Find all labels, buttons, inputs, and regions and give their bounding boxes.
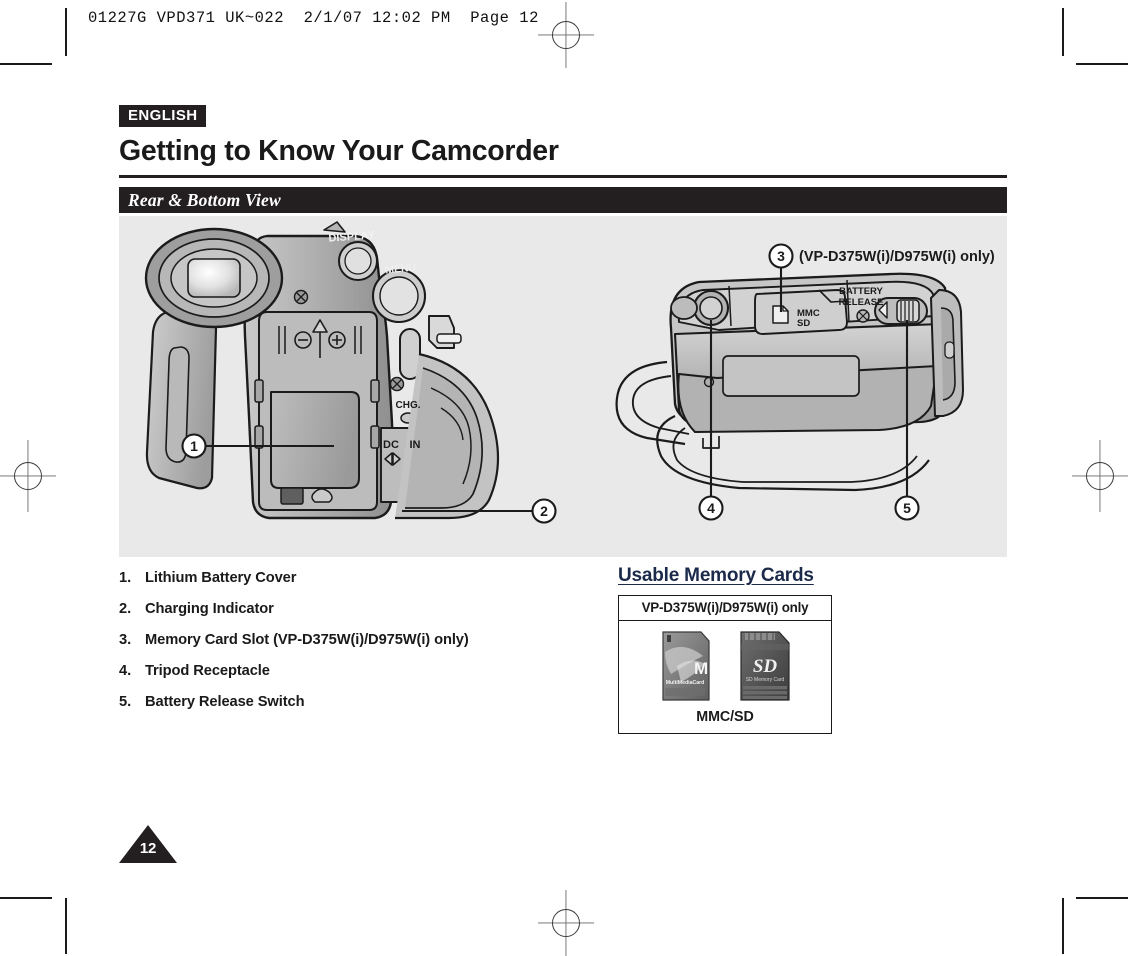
list-item: 3. Memory Card Slot (VP-D375W(i)/D975W(i… — [119, 632, 619, 648]
label-release: RELEASE — [839, 297, 884, 308]
memory-cards-table: VP-D375W(i)/D975W(i) only M MultiMediaCa… — [618, 595, 832, 735]
page-number-flag: 12 — [119, 825, 177, 865]
memory-cards-caption: MMC/SD — [696, 709, 754, 726]
usable-memory-cards-heading: Usable Memory Cards — [618, 565, 814, 587]
label-in: IN — [410, 439, 421, 451]
svg-text:2: 2 — [540, 503, 548, 519]
usable-memory-cards-section: Usable Memory Cards VP-D375W(i)/D975W(i)… — [618, 565, 878, 735]
callout-5: 5 — [894, 495, 920, 521]
prepress-header-text: 01227G VPD371 UK~022 2/1/07 12:02 PM Pag… — [88, 9, 539, 27]
list-item: 4. Tripod Receptacle — [119, 663, 619, 679]
label-chg: CHG. — [396, 400, 421, 411]
callout-1: 1 — [181, 433, 207, 459]
parts-list: 1. Lithium Battery Cover 2. Charging Ind… — [119, 570, 619, 725]
manual-page: 01227G VPD371 UK~022 2/1/07 12:02 PM Pag… — [0, 0, 1128, 956]
crop-mark-top-left-horizontal — [0, 63, 52, 65]
registration-mark-top — [538, 2, 594, 68]
svg-text:4: 4 — [707, 500, 715, 516]
list-item: 5. Battery Release Switch — [119, 694, 619, 710]
camcorder-illustrations: DISPLAY MENU CHG. DC IN 1 2 MMC SD BATTE… — [144, 221, 995, 524]
label-dc: DC — [383, 439, 399, 451]
registration-mark-left — [0, 440, 56, 512]
callout-4: 4 — [698, 495, 724, 521]
callout-3-note: (VP-D375W(i)/D975W(i) only) — [799, 249, 995, 265]
list-item-label: Charging Indicator — [145, 601, 274, 618]
page-number: 12 — [139, 840, 157, 857]
svg-text:SD Memory Card: SD Memory Card — [746, 677, 785, 683]
registration-mark-bottom — [538, 890, 594, 956]
svg-text:MultiMediaCard: MultiMediaCard — [666, 680, 705, 686]
svg-text:M: M — [694, 659, 708, 678]
svg-text:SD: SD — [753, 656, 778, 677]
list-item-number: 4. — [119, 663, 132, 680]
rear-view-illustration: DISPLAY MENU CHG. DC IN — [144, 221, 500, 520]
list-item-label: Memory Card Slot (VP-D375W(i)/D975W(i) o… — [145, 632, 469, 649]
list-item-label: Tripod Receptacle — [145, 663, 270, 680]
list-item-number: 3. — [119, 632, 132, 649]
page-title: Getting to Know Your Camcorder — [119, 135, 559, 167]
crop-mark-bottom-left-vertical — [65, 898, 67, 954]
crop-mark-bottom-left-horizontal — [0, 897, 52, 899]
list-item-label: Lithium Battery Cover — [145, 570, 297, 587]
list-item-number: 2. — [119, 601, 132, 618]
illustration-panel: DISPLAY MENU CHG. DC IN 1 2 MMC SD BATTE… — [119, 216, 1007, 558]
list-item: 1. Lithium Battery Cover — [119, 570, 619, 586]
callout-2: 2 — [531, 498, 557, 524]
mmc-card-icon: M MultiMediaCard — [662, 631, 710, 701]
section-title: Rear & Bottom View — [128, 189, 281, 210]
crop-mark-bottom-right-horizontal — [1076, 897, 1128, 899]
card-images: M MultiMediaCard SD SD Memory Card — [619, 630, 831, 702]
svg-text:5: 5 — [903, 500, 911, 516]
svg-text:3: 3 — [777, 248, 785, 264]
title-divider — [119, 175, 1007, 179]
label-battery: BATTERY — [839, 286, 883, 297]
crop-mark-bottom-right-vertical — [1062, 898, 1064, 954]
language-badge: ENGLISH — [119, 105, 207, 127]
section-header-bar: Rear & Bottom View — [119, 187, 1007, 214]
memory-cards-table-header: VP-D375W(i)/D975W(i) only — [619, 596, 831, 622]
list-item-number: 1. — [119, 570, 132, 587]
sd-card-icon: SD SD Memory Card — [740, 631, 790, 701]
crop-mark-top-right-horizontal — [1076, 63, 1128, 65]
label-sd: SD — [797, 318, 810, 329]
crop-mark-left-vertical — [65, 8, 67, 56]
list-item: 2. Charging Indicator — [119, 601, 619, 617]
registration-mark-right — [1072, 440, 1128, 512]
memory-cards-table-body: M MultiMediaCard SD SD Memory Card MMC/S… — [619, 621, 831, 733]
page-content: ENGLISH Getting to Know Your Camcorder R… — [119, 105, 1007, 770]
list-item-label: Battery Release Switch — [145, 694, 305, 711]
bottom-view-illustration: MMC SD BATTERY RELEASE — [615, 272, 964, 492]
list-item-number: 5. — [119, 694, 132, 711]
callout-3: 3 — [768, 243, 794, 269]
lower-section: 1. Lithium Battery Cover 2. Charging Ind… — [119, 565, 1007, 770]
crop-mark-right-vertical — [1062, 8, 1064, 56]
svg-text:1: 1 — [190, 438, 198, 454]
